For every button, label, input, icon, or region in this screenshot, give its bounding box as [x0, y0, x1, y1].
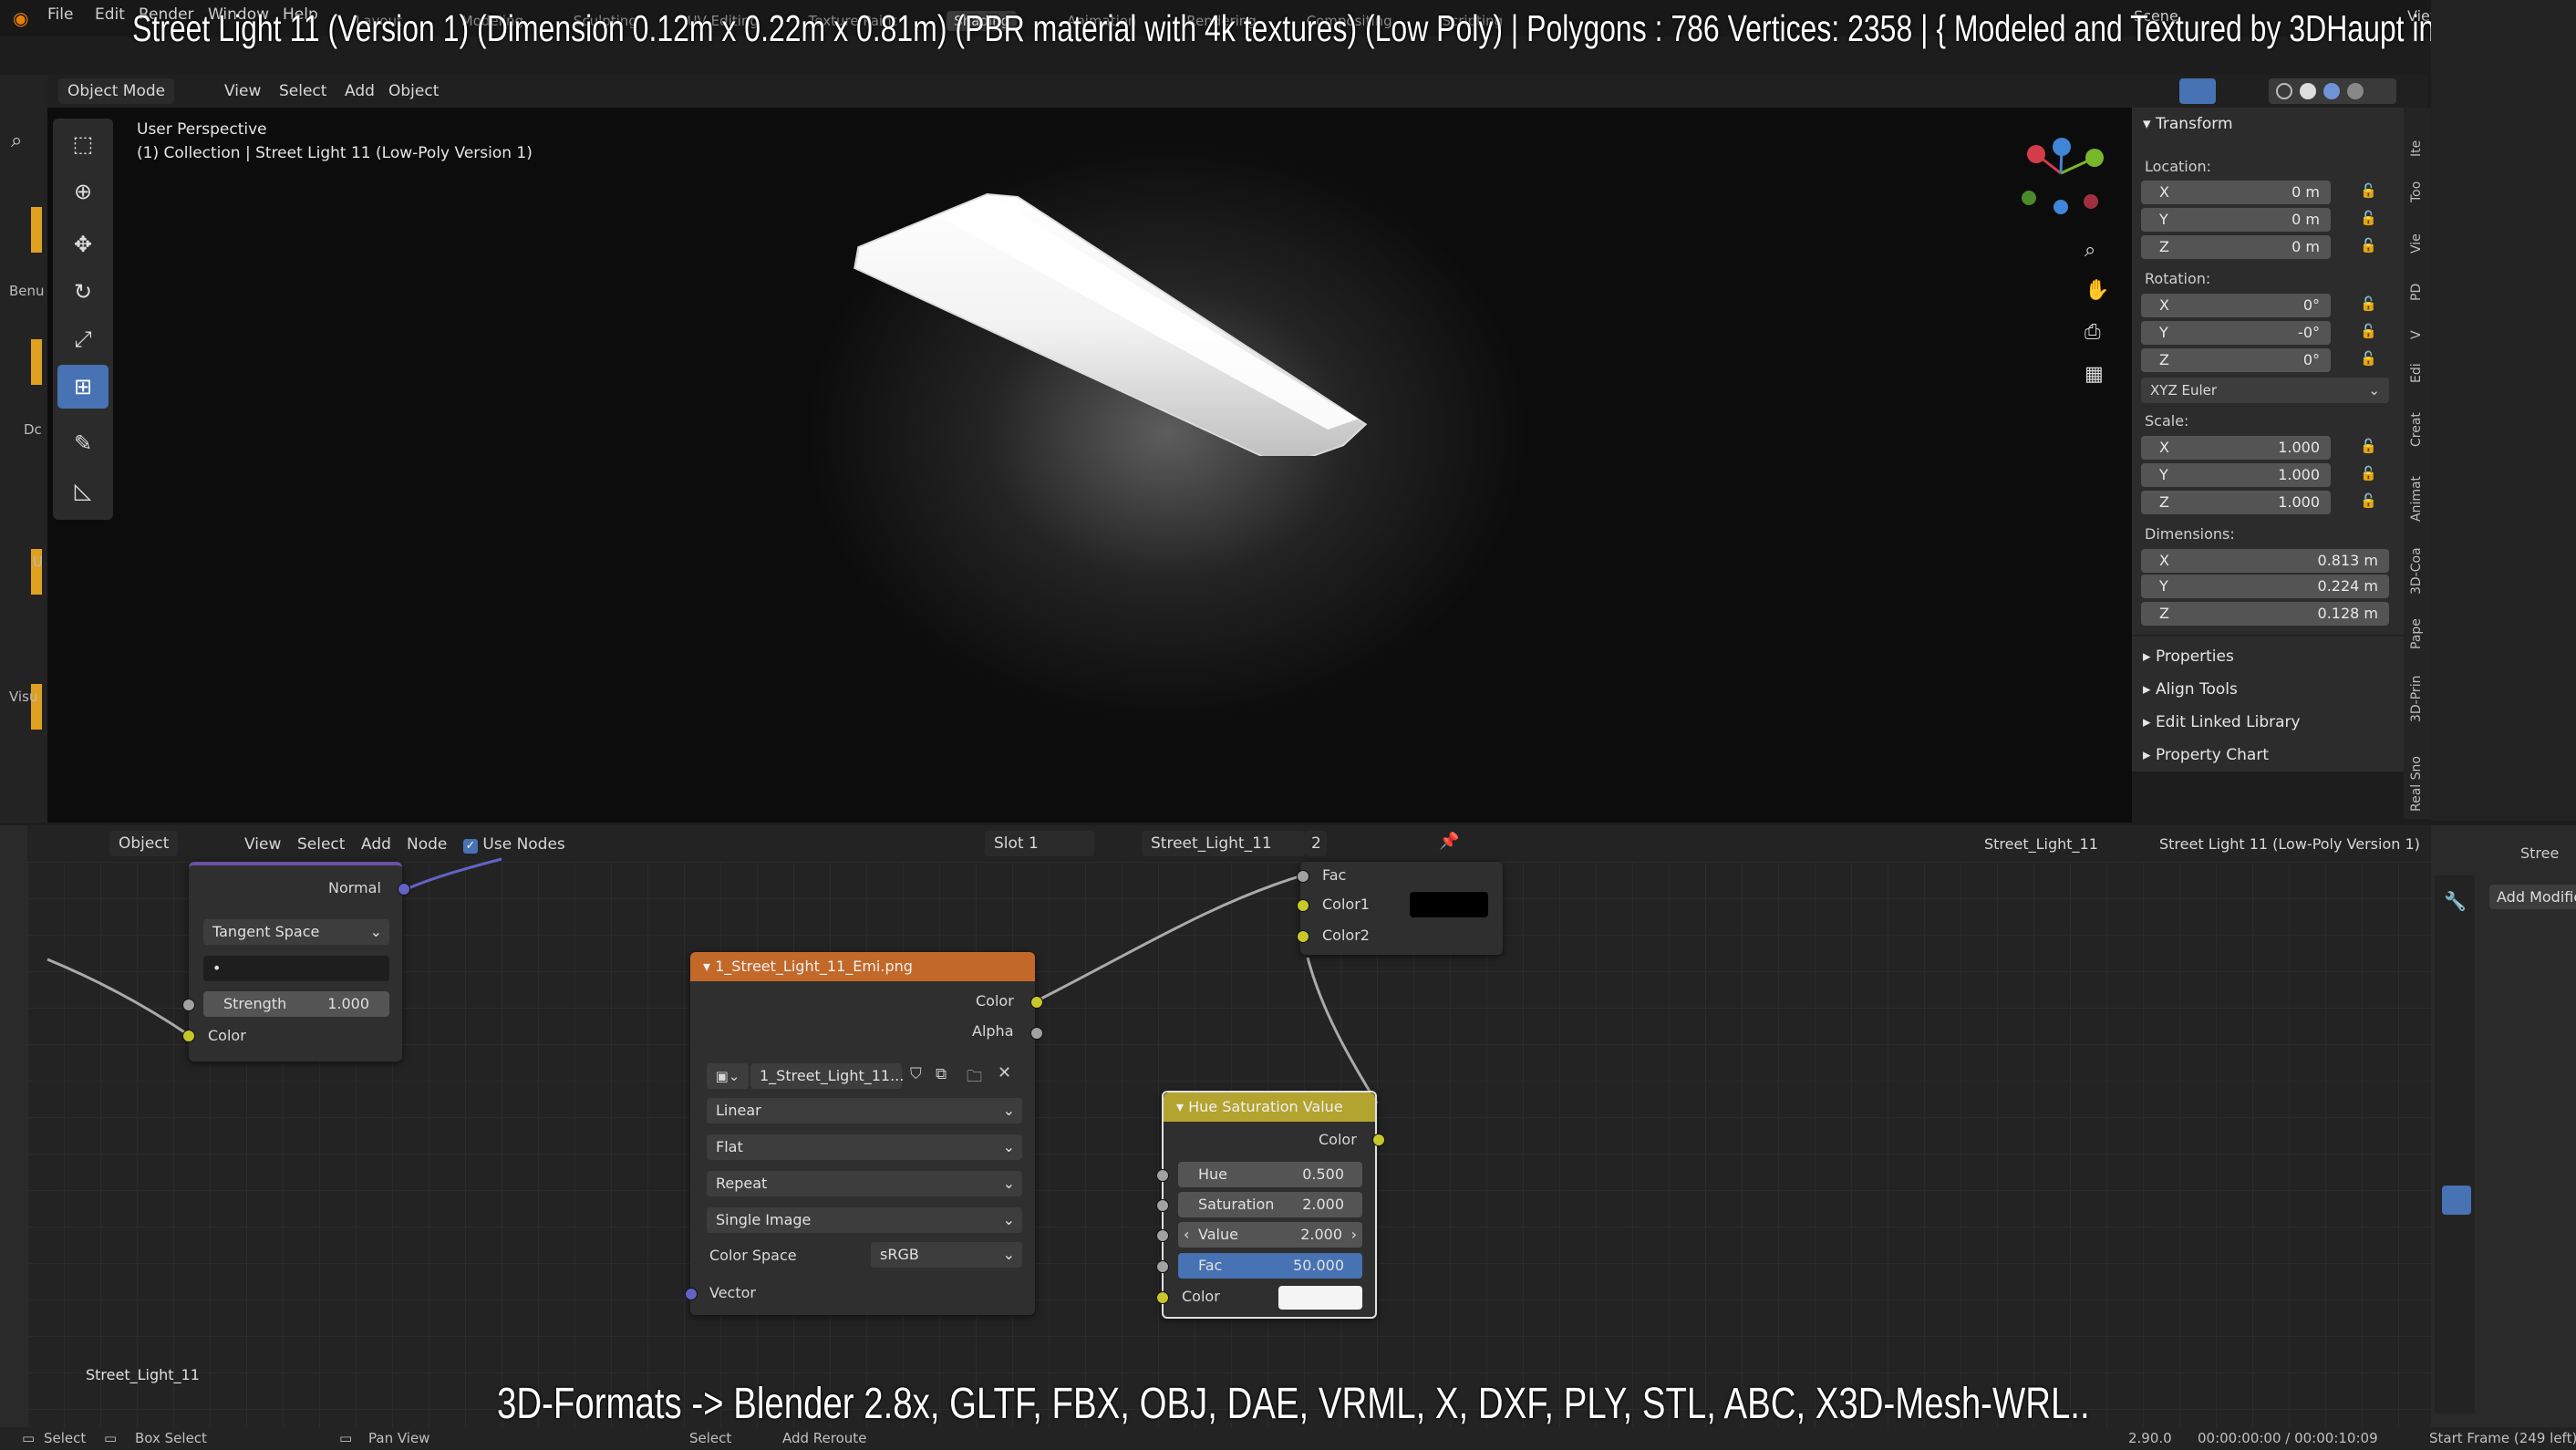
mouse-middle-icon: ▭ — [104, 1430, 118, 1446]
color2-label: Color2 — [1322, 927, 1370, 944]
chevron-down-icon: ⌄ — [369, 923, 382, 940]
fac-label: Fac — [1322, 866, 1347, 884]
start-frame-info: Start Frame (249 left) — [2429, 1430, 2576, 1446]
hsv-color-input-socket[interactable] — [1156, 1291, 1169, 1304]
fac-input-socket[interactable] — [1297, 870, 1309, 883]
chevron-down-icon: ⌄ — [1002, 1246, 1015, 1263]
value-value: 2.000 — [1300, 1226, 1342, 1243]
status-add-reroute: Add Reroute — [782, 1430, 867, 1446]
duplicate-icon[interactable]: ⧉ — [936, 1065, 947, 1083]
status-select: Select — [44, 1430, 87, 1446]
image-node-title: 1_Street_Light_11_Emi.png — [715, 958, 913, 975]
chevron-left-icon[interactable]: ‹ — [1184, 1222, 1189, 1248]
strength-input-socket[interactable] — [182, 999, 195, 1011]
color-input-socket[interactable] — [182, 1030, 195, 1042]
chevron-down-icon: ⌄ — [1002, 1175, 1015, 1192]
source-value: Single Image — [716, 1211, 812, 1228]
fake-user-shield-icon[interactable]: ⛉ — [910, 1065, 922, 1083]
color-space-label: Color Space — [709, 1247, 797, 1264]
image-texture-node-header[interactable]: ▾ 1_Street_Light_11_Emi.png — [690, 952, 1035, 981]
saturation-label: Saturation — [1198, 1196, 1275, 1213]
value-slider[interactable]: ‹ Value 2.000 › — [1178, 1222, 1362, 1248]
hsv-node-title: Hue Saturation Value — [1188, 1098, 1343, 1115]
status-pan-view: Pan View — [368, 1430, 430, 1446]
strength-slider[interactable]: Strength 1.000 — [203, 991, 389, 1017]
open-folder-icon[interactable]: 🗀 — [967, 1065, 982, 1092]
hue-value: 0.500 — [1302, 1165, 1344, 1183]
image-name-field[interactable]: 1_Street_Light_11... — [750, 1063, 904, 1089]
node-tree-name: Street_Light_11 — [86, 1366, 200, 1383]
chevron-right-icon[interactable]: › — [1351, 1222, 1357, 1248]
status-select-2: Select — [689, 1430, 732, 1446]
alpha-output-label: Alpha — [972, 1022, 1014, 1040]
projection-dropdown[interactable]: Flat ⌄ — [707, 1134, 1022, 1160]
alpha-output-socket[interactable] — [1030, 1027, 1043, 1040]
value-input-socket[interactable] — [1156, 1229, 1169, 1242]
color2-input-socket[interactable] — [1297, 930, 1309, 943]
color-output-label: Color — [976, 992, 1014, 1010]
formats-caption: 3D-Formats -> Blender 2.8x, GLTF, FBX, O… — [497, 1380, 2090, 1428]
color1-label: Color1 — [1322, 896, 1370, 913]
saturation-input-socket[interactable] — [1156, 1199, 1169, 1212]
space-dropdown[interactable]: Tangent Space ⌄ — [203, 919, 389, 945]
hsv-node-header[interactable]: ▾ Hue Saturation Value — [1164, 1093, 1375, 1122]
normal-output-socket[interactable] — [398, 883, 410, 896]
fac-value: 50.000 — [1293, 1257, 1344, 1274]
color1-swatch[interactable] — [1410, 892, 1488, 917]
color-input-label: Color — [208, 1027, 246, 1044]
extension-value: Repeat — [716, 1175, 768, 1192]
fac-label: Fac — [1198, 1257, 1223, 1274]
hue-slider[interactable]: Hue 0.500 — [1178, 1162, 1362, 1187]
interpolation-dropdown[interactable]: Linear ⌄ — [707, 1098, 1022, 1124]
saturation-slider[interactable]: Saturation 2.000 — [1178, 1192, 1362, 1217]
normal-output-label: Normal — [328, 879, 381, 896]
fac-input-socket[interactable] — [1156, 1260, 1169, 1273]
color-space-dropdown[interactable]: sRGB ⌄ — [871, 1242, 1022, 1268]
hsv-color-output-socket[interactable] — [1372, 1134, 1385, 1146]
source-dropdown[interactable]: Single Image ⌄ — [707, 1207, 1022, 1233]
mouse-right-icon: ▭ — [339, 1430, 353, 1446]
close-icon[interactable]: ✕ — [998, 1063, 1011, 1082]
uv-map-field[interactable]: • — [203, 956, 389, 981]
extension-dropdown[interactable]: Repeat ⌄ — [707, 1171, 1022, 1196]
color-output-socket[interactable] — [1030, 996, 1043, 1009]
image-browse-button[interactable]: ▣⌄ — [707, 1063, 749, 1089]
hsv-color-swatch[interactable] — [1278, 1286, 1362, 1310]
color1-input-socket[interactable] — [1297, 899, 1309, 912]
fac-slider[interactable]: Fac 50.000 — [1178, 1253, 1362, 1279]
strength-label: Strength — [223, 995, 287, 1012]
hsv-color-input-label: Color — [1182, 1288, 1220, 1305]
chevron-down-icon: ⌄ — [1002, 1138, 1015, 1155]
playback-time: 00:00:00:00 / 00:00:10:09 — [2198, 1430, 2378, 1446]
mouse-left-icon: ▭ — [22, 1430, 36, 1446]
status-box-select: Box Select — [135, 1430, 207, 1446]
projection-value: Flat — [716, 1138, 743, 1155]
space-value: Tangent Space — [212, 923, 320, 940]
strength-value: 1.000 — [327, 995, 369, 1012]
color-space-value: sRGB — [880, 1246, 919, 1263]
chevron-down-icon: ⌄ — [1002, 1102, 1015, 1119]
hue-label: Hue — [1198, 1165, 1228, 1183]
value-label: Value — [1198, 1226, 1238, 1243]
status-bar: ▭ Select ▭ Box Select ▭ Pan View Select … — [0, 1427, 2576, 1450]
hue-input-socket[interactable] — [1156, 1169, 1169, 1182]
blender-version: 2.90.0 — [2128, 1430, 2172, 1446]
hsv-color-output-label: Color — [1319, 1131, 1357, 1148]
saturation-value: 2.000 — [1302, 1196, 1344, 1213]
interpolation-value: Linear — [716, 1102, 761, 1119]
vector-input-label: Vector — [709, 1284, 756, 1301]
vector-input-socket[interactable] — [685, 1288, 698, 1300]
chevron-down-icon: ⌄ — [1002, 1211, 1015, 1228]
